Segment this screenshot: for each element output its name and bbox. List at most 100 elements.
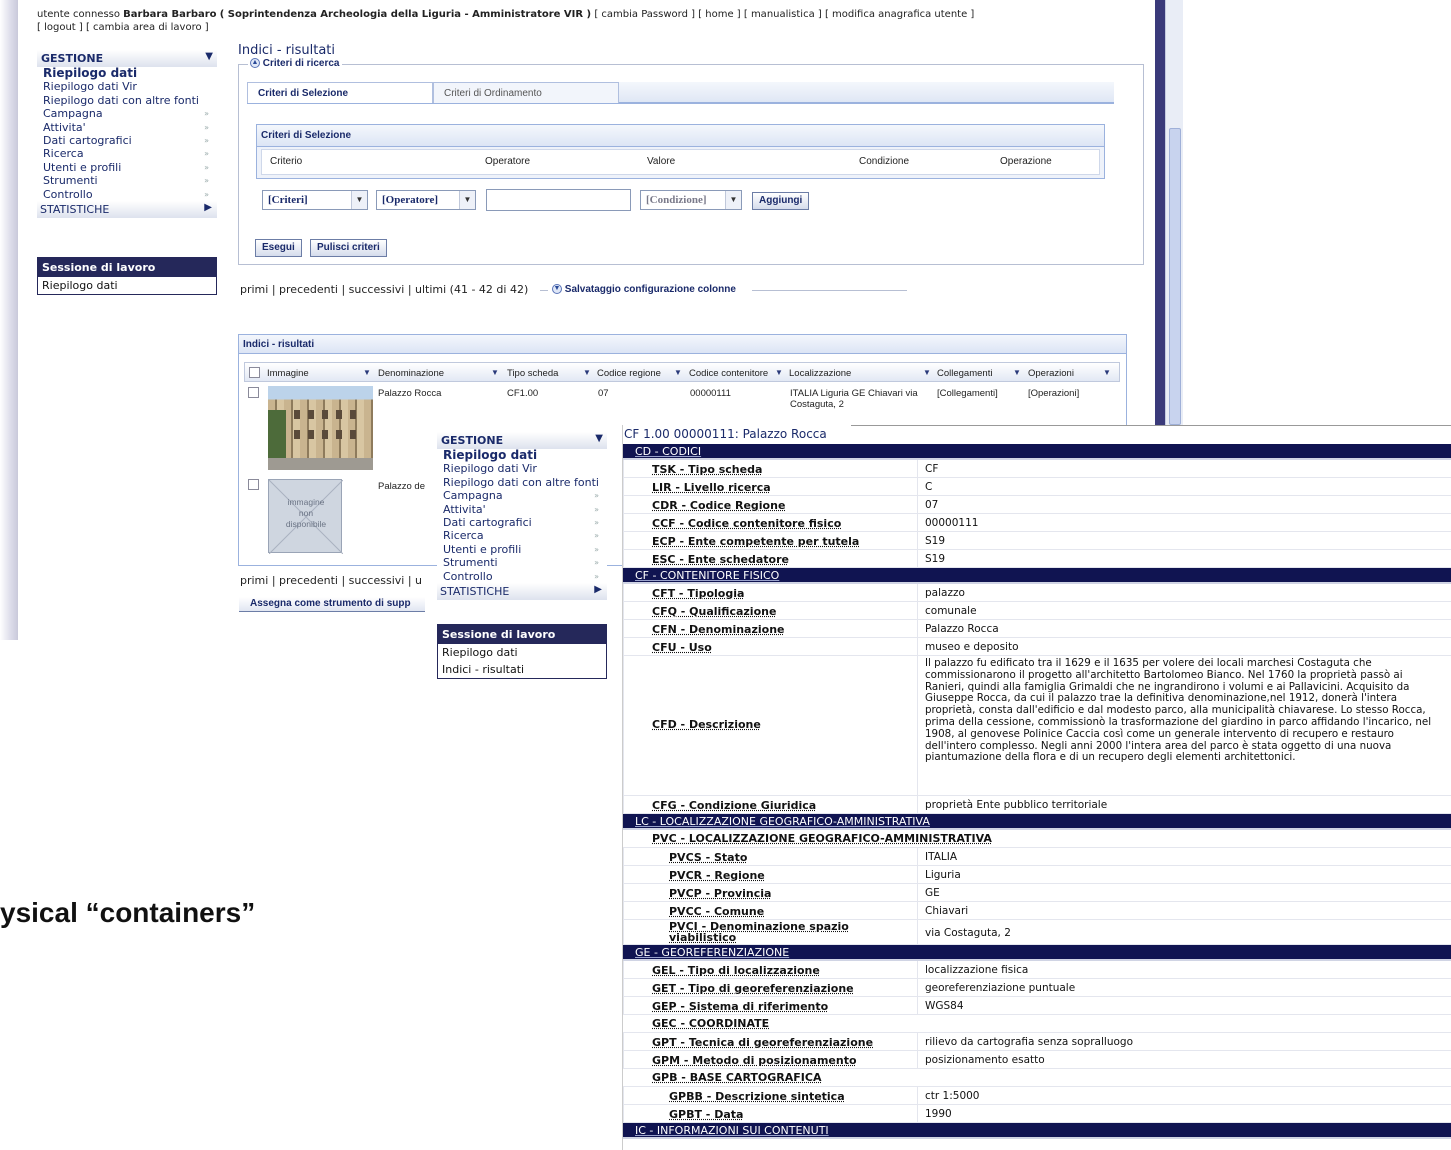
menu-item[interactable]: Utenti e profili » xyxy=(437,543,607,556)
select-all-checkbox[interactable] xyxy=(249,367,260,378)
col-codice-contenitore[interactable]: Codice contenitore xyxy=(689,368,768,379)
field-label[interactable]: CFU - Uso xyxy=(652,641,917,654)
field-label[interactable]: CFT - Tipologia xyxy=(652,587,917,600)
sort-down-icon[interactable]: ▼ xyxy=(1013,368,1021,377)
field-label[interactable]: TSK - Tipo scheda xyxy=(652,463,917,476)
col-tipo-scheda[interactable]: Tipo scheda xyxy=(507,368,558,379)
save-config-link[interactable]: ▼ Salvataggio configurazione colonne xyxy=(552,284,736,295)
field-label[interactable]: CFD - Descrizione xyxy=(652,718,917,731)
field-label[interactable]: CFQ - Qualificazione xyxy=(652,605,917,618)
criteri-select[interactable]: [Criteri] ▼ xyxy=(262,190,368,210)
subsection-header[interactable]: GPB - BASE CARTOGRAFICA xyxy=(623,1069,1451,1087)
col-operazioni[interactable]: Operazioni xyxy=(1028,368,1074,379)
menu-statistiche[interactable]: STATISTICHE ▶ xyxy=(437,583,607,601)
section-header[interactable]: GE - GEOREFERENZIAZIONE xyxy=(623,945,1451,961)
menu-item[interactable]: Riepilogo dati con altre fonti xyxy=(37,94,217,107)
menu-item[interactable]: Ricerca » xyxy=(437,529,607,542)
field-label[interactable]: GPM - Metodo di posizionamento xyxy=(652,1054,917,1067)
sort-down-icon[interactable]: ▼ xyxy=(1103,368,1111,377)
tab-criteri-selezione[interactable]: Criteri di Selezione xyxy=(247,82,433,103)
field-label[interactable]: PVCR - Regione xyxy=(669,869,934,882)
pulisci-criteri-button[interactable]: Pulisci criteri xyxy=(310,239,387,257)
section-header[interactable]: CD - CODICI xyxy=(623,444,1451,460)
operazioni-link[interactable]: [Operazioni] xyxy=(1028,388,1079,399)
menu-statistiche[interactable]: STATISTICHE ▶ xyxy=(37,201,217,219)
aggiungi-button[interactable]: Aggiungi xyxy=(752,192,810,210)
field-label[interactable]: GPBB - Descrizione sintetica xyxy=(669,1090,934,1103)
field-label[interactable]: GET - Tipo di georeferenziazione xyxy=(652,982,917,995)
field-label[interactable]: ESC - Ente schedatore xyxy=(652,553,917,566)
assign-tool-button[interactable]: Assegna come strumento di supp xyxy=(239,597,425,612)
field-label[interactable]: GPBT - Data xyxy=(669,1108,934,1121)
field-label[interactable]: CDR - Codice Regione xyxy=(652,499,917,512)
esegui-button[interactable]: Esegui xyxy=(255,239,302,257)
valore-input[interactable] xyxy=(486,189,631,211)
sort-down-icon[interactable]: ▼ xyxy=(775,368,783,377)
scrollbar-thumb[interactable] xyxy=(1169,128,1181,425)
menu-item[interactable]: Campagna » xyxy=(37,107,217,120)
logout-links[interactable]: [ logout ] [ cambia area di lavoro ] xyxy=(37,22,209,33)
tab-criteri-ordinamento[interactable]: Criteri di Ordinamento xyxy=(433,82,619,103)
field-label[interactable]: CCF - Codice contenitore fisico xyxy=(652,517,917,530)
expand-icon[interactable]: ▼ xyxy=(552,284,562,295)
menu-item[interactable]: Riepilogo dati xyxy=(437,448,607,462)
subsection-header[interactable]: PVC - LOCALIZZAZIONE GEOGRAFICO-AMMINIST… xyxy=(623,830,1451,848)
sort-down-icon[interactable]: ▼ xyxy=(583,368,591,377)
menu-item[interactable]: Riepilogo dati Vir xyxy=(437,462,607,475)
menu-item[interactable]: Ricerca » xyxy=(37,147,217,160)
menu-item[interactable]: Attivita' » xyxy=(37,121,217,134)
menu-item[interactable]: Dati cartografici » xyxy=(37,134,217,147)
menu-item[interactable]: Utenti e profili » xyxy=(37,161,217,174)
col-localizzazione[interactable]: Localizzazione xyxy=(789,368,851,379)
field-label[interactable]: ECP - Ente competente per tutela xyxy=(652,535,917,548)
menu-item[interactable]: Attivita' » xyxy=(437,503,607,516)
menu-item[interactable]: Riepilogo dati Vir xyxy=(37,80,217,93)
pager[interactable]: primi | precedenti | successivi | ultimi… xyxy=(240,283,528,296)
col-collegamenti[interactable]: Collegamenti xyxy=(937,368,992,379)
row-checkbox[interactable] xyxy=(248,479,259,490)
sort-down-icon[interactable]: ▼ xyxy=(363,368,371,377)
field-label[interactable]: GPT - Tecnica di georeferenziazione xyxy=(652,1036,917,1049)
session-item[interactable]: Riepilogo dati xyxy=(38,277,216,294)
menu-item[interactable]: Campagna » xyxy=(437,489,607,502)
menu-head-gestione[interactable]: GESTIONE ▼ xyxy=(437,432,607,449)
field-label[interactable]: PVCP - Provincia xyxy=(669,887,934,900)
menu-item[interactable]: Riepilogo dati xyxy=(37,66,217,80)
condizione-select[interactable]: [Condizione] ▼ xyxy=(640,190,742,210)
field-label[interactable]: PVCI - Denominazione spazio viabilistico xyxy=(669,921,869,943)
session-item[interactable]: Indici - risultati xyxy=(438,661,606,678)
field-label[interactable]: LIR - Livello ricerca xyxy=(652,481,917,494)
field-label[interactable]: PVCS - Stato xyxy=(669,851,934,864)
sort-down-icon[interactable]: ▼ xyxy=(674,368,682,377)
menu-item[interactable]: Controllo » xyxy=(437,570,607,583)
section-header[interactable]: IC - INFORMAZIONI SUI CONTENUTI xyxy=(623,1123,1451,1139)
menu-head-gestione[interactable]: GESTIONE ▼ xyxy=(37,50,217,67)
operatore-select[interactable]: [Operatore] ▼ xyxy=(376,190,476,210)
section-header[interactable]: CF - CONTENITORE FISICO xyxy=(623,568,1451,584)
vertical-scrollbar[interactable] xyxy=(1165,0,1183,425)
criteria-legend[interactable]: ▲ Criteri di ricerca xyxy=(248,58,342,69)
menu-item[interactable]: Dati cartografici » xyxy=(437,516,607,529)
row-checkbox[interactable] xyxy=(248,387,259,398)
session-item[interactable]: Riepilogo dati xyxy=(438,644,606,661)
col-denominazione[interactable]: Denominazione xyxy=(378,368,444,379)
subsection-header[interactable]: GEC - COORDINATE xyxy=(623,1015,1451,1033)
pager-bottom[interactable]: primi | precedenti | successivi | u xyxy=(240,574,422,587)
sort-down-icon[interactable]: ▼ xyxy=(491,368,499,377)
menu-item[interactable]: Controllo » xyxy=(37,188,217,201)
col-immagine[interactable]: Immagine xyxy=(267,368,309,379)
collapse-icon[interactable]: ▲ xyxy=(250,58,260,69)
user-links[interactable]: [ cambia Password ] [ home ] [ manualist… xyxy=(594,9,974,20)
field-label[interactable]: CFN - Denominazione xyxy=(652,623,917,636)
col-codice-regione[interactable]: Codice regione xyxy=(597,368,661,379)
menu-item[interactable]: Strumenti » xyxy=(437,556,607,569)
field-label[interactable]: CFG - Condizione Giuridica xyxy=(652,799,917,812)
section-header[interactable]: LC - LOCALIZZAZIONE GEOGRAFICO-AMMINISTR… xyxy=(623,814,1451,830)
field-label[interactable]: GEP - Sistema di riferimento xyxy=(652,1000,917,1013)
sort-down-icon[interactable]: ▼ xyxy=(923,368,931,377)
menu-item[interactable]: Strumenti » xyxy=(37,174,217,187)
collegamenti-link[interactable]: [Collegamenti] xyxy=(937,388,998,399)
field-label[interactable]: PVCC - Comune xyxy=(669,905,934,918)
menu-item[interactable]: Riepilogo dati con altre fonti xyxy=(437,476,607,489)
field-label[interactable]: GEL - Tipo di localizzazione xyxy=(652,964,917,977)
